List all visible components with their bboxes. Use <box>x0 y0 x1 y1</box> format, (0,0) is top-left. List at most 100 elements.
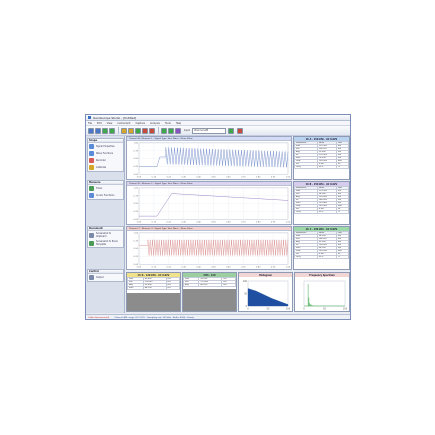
menu-item[interactable]: File <box>88 122 92 125</box>
menu-item[interactable]: Instrument <box>117 122 130 125</box>
toolbar-button[interactable] <box>168 127 174 134</box>
table-row: Avg 40.000 mV <box>182 283 236 287</box>
bar-chart: 0 50 100 <box>303 280 348 311</box>
sidebar-item[interactable]: Timer <box>88 185 123 192</box>
menu-item[interactable]: Help <box>176 122 181 125</box>
x-tick-label: 0.90 <box>271 267 276 269</box>
status-bar: Cable disconnected! Channel A/B: range 2… <box>86 314 350 319</box>
toolbar-button[interactable] <box>135 127 141 134</box>
x-tick-label: 0.60 <box>226 222 231 224</box>
table-row: Duty 50.0% <box>294 165 350 169</box>
y-tick-label: 0.75 <box>134 150 139 152</box>
line-chart: 0.00 0.10 0.20 0.30 0.40 0.50 0.60 0.70 0.80 0.90… <box>134 143 291 179</box>
recorder-icon <box>89 158 94 163</box>
sidebar: Scope Signal Properties Wave Functions Reco… <box>86 136 125 313</box>
sidebar-item[interactable]: Signal Properties <box>88 143 123 150</box>
empty-area <box>183 289 236 311</box>
area-chart: 1005000 50 100 <box>243 280 291 311</box>
table-cell: 50.0 <box>316 210 337 214</box>
x-tick-label: 50 <box>267 308 270 311</box>
chart-body: 0.00 0.10 0.20 0.30 0.40 0.50 0.60 0.70 0.80 0.90… <box>127 141 291 179</box>
table-cell: 50.0 <box>316 255 337 259</box>
y-tick-label: 0.00 <box>134 264 139 266</box>
toolbar-button[interactable] <box>128 127 134 134</box>
sidebar-item[interactable]: Screenshot to Excel Template <box>88 239 123 247</box>
x-tick-label: 100 <box>343 308 348 311</box>
sidebar-item-label: Recorder <box>96 159 106 162</box>
toolbar-button[interactable] <box>109 127 115 134</box>
x-tick-label: 1.00 <box>286 177 291 179</box>
table-cell: Duty <box>294 210 318 214</box>
measurement-table: Parameter Value Unit Max 210.000 mV Min 24.000 m… <box>294 186 350 214</box>
table-cell: mV <box>221 283 236 287</box>
menu-item[interactable]: Tools <box>165 122 171 125</box>
toolbar-button[interactable] <box>236 127 243 134</box>
toolbar-button[interactable] <box>88 127 94 134</box>
x-tick-label: 0.80 <box>256 267 261 269</box>
line-chart: 0.00 0.10 0.20 0.30 0.40 0.50 0.60 0.70 0.80 0.90… <box>134 233 291 269</box>
x-tick-label: 0.20 <box>167 267 172 269</box>
toolbar-button[interactable] <box>175 127 181 134</box>
sidebar-item[interactable]: Recorder <box>88 157 123 164</box>
toolbar-button[interactable] <box>227 127 234 134</box>
mini-chart-panel: Frequency Spectrum 0 50 100 <box>294 272 350 312</box>
sidebar-item-label: Output <box>96 276 104 279</box>
menu-item[interactable]: View <box>107 122 113 125</box>
y-tick-label: 0.50 <box>134 158 139 160</box>
summary-table: Max 90.000 mV Min -10.000 mV Avg 40.000 mV <box>182 277 236 287</box>
chart-body: 0.00 0.10 0.20 0.30 0.40 0.50 0.60 0.70 0.80 0.90… <box>127 186 291 224</box>
measurement-table: Parameter Value Unit Max 125.000 mV Min -85.000… <box>294 141 350 169</box>
table-row: RMS 44.100 mV <box>127 286 181 290</box>
sidebar-item[interactable]: Output <box>88 274 123 281</box>
table-cell: Duty <box>294 165 318 169</box>
table-cell: % <box>335 210 350 214</box>
sidebar-item[interactable]: Cursor Functions <box>88 192 123 199</box>
y-tick-label: 0.00 <box>134 174 139 176</box>
table-row: Duty 50.0% <box>294 210 350 214</box>
toolbar-button[interactable] <box>161 127 167 134</box>
chart-panel: Channel C - Measure 3 - Signal Type: Sin… <box>126 226 292 270</box>
table-cell: Avg <box>182 283 200 287</box>
y-tick-label: 0.25 <box>134 211 139 213</box>
x-tick-label: 0.10 <box>152 267 157 269</box>
y-tick-label: 1.00 <box>134 143 139 145</box>
toolbar-button[interactable] <box>95 127 101 134</box>
y-tick-label: 1.00 <box>134 233 139 235</box>
y-tick-label: 50 <box>244 292 247 295</box>
sidebar-item[interactable]: Calibrate <box>88 164 123 171</box>
function-icon <box>89 151 94 156</box>
measurement-panel: Ch B - 150 kHz - AC 0.02V Parameter Value U… <box>293 181 350 225</box>
x-tick-label: 0.40 <box>196 222 201 224</box>
line-chart: 0.00 0.10 0.20 0.30 0.40 0.50 0.60 0.70 0.80 0.90… <box>134 188 291 224</box>
x-tick-label: 0.70 <box>241 267 246 269</box>
x-tick-label: 0.80 <box>256 177 261 179</box>
sidebar-item-label: Timer <box>96 187 103 190</box>
summary-table: Max 80.000 mV Min -20.000 mV Avg 30.000 mV RMS 44.… <box>127 277 181 290</box>
menu-item[interactable]: Capture <box>135 122 145 125</box>
x-tick-label: 0.60 <box>226 177 231 179</box>
sidebar-item[interactable]: Screenshot to Clipboard <box>88 231 123 239</box>
menu-item[interactable]: Analysis <box>150 122 160 125</box>
toolbar-button[interactable] <box>102 127 108 134</box>
table-cell: mV <box>165 286 181 290</box>
toolbar-button[interactable] <box>149 127 155 134</box>
toolbar-button[interactable] <box>142 127 148 134</box>
y-tick-label: 0.50 <box>134 248 139 250</box>
toolbar: Input Channel A/B <box>86 126 350 136</box>
table-cell: Duty <box>294 255 318 259</box>
app-window: Oscilloscope Studio - [Untitled] File Edi… <box>85 114 351 320</box>
toolbar-button[interactable] <box>121 127 127 134</box>
x-tick-label: 0.20 <box>167 222 172 224</box>
menu-item[interactable]: Edit <box>97 122 102 125</box>
sidebar-item[interactable]: Wave Functions <box>88 150 123 157</box>
output-icon <box>89 275 94 280</box>
y-tick-label: 100 <box>243 280 248 283</box>
measurement-panel: Ch A - 150 kHz - AC 0.02V Parameter Value U… <box>293 136 350 180</box>
device-select[interactable]: Channel A/B <box>191 127 226 134</box>
mini-chart-panel: Histogram 100 50 0 0 50 100 <box>238 272 293 312</box>
timer-icon <box>89 186 94 191</box>
y-tick-label: 0.50 <box>134 203 139 205</box>
x-tick-label: 0.50 <box>211 177 216 179</box>
measurement-panel: Ch C - 150 kHz - AC 0.02V Parameter Value U… <box>293 226 350 270</box>
x-tick-label: 50 <box>323 308 326 311</box>
